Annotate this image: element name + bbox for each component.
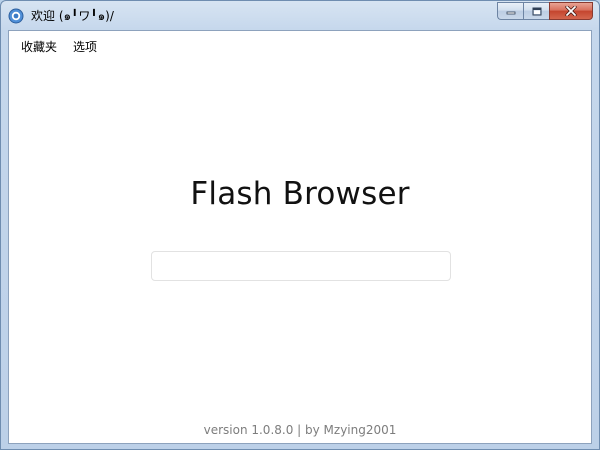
browser-client-area: 收藏夹 选项 Flash Browser version 1.0.8.0 | b… <box>8 30 592 444</box>
version-footer: version 1.0.8.0 | by Mzying2001 <box>203 423 397 437</box>
page-title: Flash Browser <box>190 176 410 212</box>
menu-bar: 收藏夹 选项 <box>9 31 591 61</box>
title-bar[interactable]: 欢迎 (๑╹ワ╹๑)/ <box>1 1 599 31</box>
close-icon <box>565 6 577 16</box>
maximize-button[interactable] <box>523 2 549 20</box>
menu-item-options[interactable]: 选项 <box>66 35 104 58</box>
browser-globe-icon[interactable] <box>8 8 24 24</box>
maximize-icon <box>532 7 541 15</box>
minimize-button[interactable] <box>497 2 523 20</box>
app-window: 欢迎 (๑╹ワ╹๑)/ 收藏夹 选项 Flash Browser version… <box>0 0 600 450</box>
menu-item-favorites[interactable]: 收藏夹 <box>14 35 64 58</box>
address-input[interactable] <box>151 251 451 281</box>
minimize-icon <box>506 11 515 15</box>
window-controls <box>497 2 593 21</box>
close-button[interactable] <box>549 2 593 20</box>
window-title: 欢迎 (๑╹ワ╹๑)/ <box>31 9 114 23</box>
